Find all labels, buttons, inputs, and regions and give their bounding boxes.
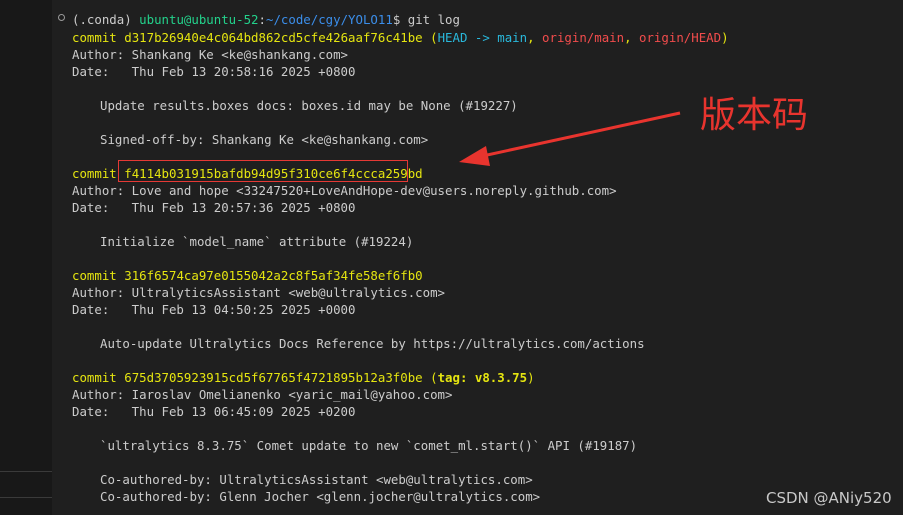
annotation-label: 版本码	[700, 95, 809, 136]
watermark: CSDN @ANiy520	[766, 489, 892, 507]
arrow-icon	[459, 111, 681, 166]
